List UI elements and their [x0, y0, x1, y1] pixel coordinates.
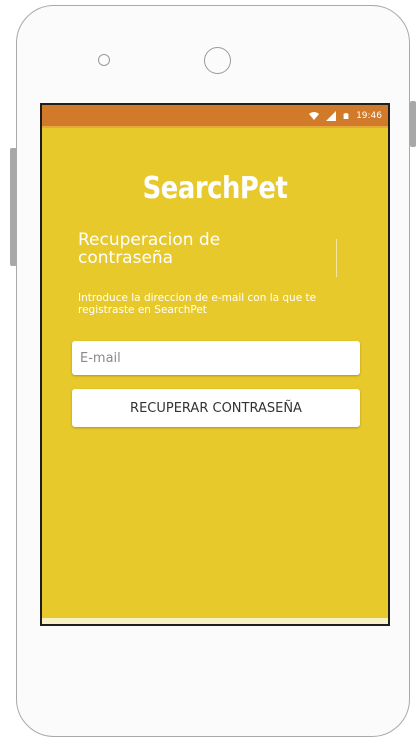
screen-bottom-edge: [42, 618, 388, 624]
wifi-icon: [309, 111, 320, 120]
instructions-text: Introduce la direccion de e-mail con la …: [78, 292, 317, 316]
app-screen: 19:46 SearchPet Recuperacion de contrase…: [40, 103, 390, 626]
divider: [336, 239, 337, 277]
email-field[interactable]: [72, 341, 360, 375]
status-time: 19:46: [356, 110, 382, 121]
page-title: Recuperacion de contraseña: [78, 230, 221, 268]
app-title: SearchPet: [142, 171, 288, 206]
proximity-sensor: [98, 54, 110, 66]
status-bar: 19:46: [42, 105, 388, 126]
status-bar-divider: [42, 126, 388, 128]
recover-password-button[interactable]: RECUPERAR CONTRASEÑA: [72, 389, 360, 427]
front-camera: [204, 47, 231, 74]
power-button: [410, 101, 416, 147]
device-mockup: 19:46 SearchPet Recuperacion de contrase…: [0, 0, 417, 740]
signal-icon: [326, 110, 337, 121]
battery-icon: [343, 112, 349, 119]
